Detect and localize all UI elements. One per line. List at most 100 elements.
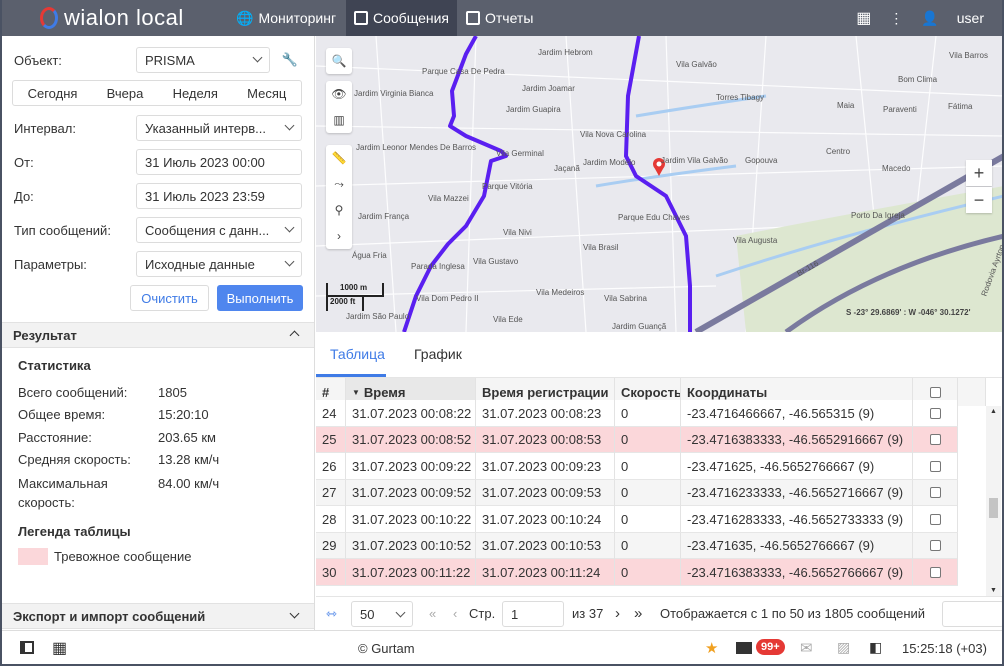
table-row[interactable]: 28 31.07.2023 00:10:22 31.07.2023 00:10:24… (316, 506, 958, 533)
row-checkbox[interactable] (929, 407, 941, 419)
quick-month[interactable]: Месяц (247, 86, 286, 101)
quick-today[interactable]: Сегодня (28, 86, 78, 101)
nav-label: Сообщения (373, 10, 449, 26)
to-value: 31 Июль 2023 23:59 (145, 188, 265, 204)
map-icon[interactable]: ▥ (326, 107, 352, 133)
apps-grid-icon[interactable]: ▦ (856, 8, 871, 28)
interval-value: Указанный интерв... (145, 120, 266, 136)
cell-speed: 0 (615, 506, 681, 532)
map-label: Água Fria (352, 251, 387, 260)
more-icon[interactable]: ⋮ (889, 10, 903, 27)
fit-columns-icon[interactable]: ⇿ (326, 606, 337, 622)
table-scrollbar[interactable]: ▲ ▼ (986, 406, 1001, 596)
table-row[interactable]: 27 31.07.2023 00:09:52 31.07.2023 00:09:53… (316, 479, 958, 506)
map-label: Vila Germinal (496, 149, 544, 158)
layout-icon[interactable]: ◧ (869, 639, 882, 656)
logo[interactable]: wialon local (40, 5, 184, 31)
map-label: Vila Brasil (583, 243, 619, 252)
user-icon[interactable]: 👤 (921, 10, 938, 27)
row-checkbox[interactable] (929, 513, 941, 525)
interval-select[interactable]: Указанный интерв... (136, 115, 302, 141)
scroll-thumb[interactable] (989, 498, 998, 518)
row-select[interactable] (913, 559, 958, 585)
per-page-select[interactable]: 50 (351, 601, 413, 627)
nav-monitoring[interactable]: 🌐 Мониторинг (228, 0, 344, 36)
table-row[interactable]: 25 31.07.2023 00:08:52 31.07.2023 00:08:53… (316, 426, 958, 453)
last-page-icon[interactable]: » (634, 605, 642, 622)
panel-toggle-icon[interactable] (20, 641, 34, 654)
map[interactable]: Jardim Hebrom Parque Casa De Pedra Jardi… (316, 36, 1004, 332)
result-header[interactable]: Результат (0, 322, 314, 348)
ruler-icon[interactable]: 📏 (326, 145, 352, 171)
cell-speed: 0 (615, 532, 681, 559)
row-checkbox[interactable] (929, 566, 941, 578)
execute-button[interactable]: Выполнить (217, 285, 303, 311)
prev-page-icon[interactable]: ‹ (453, 606, 457, 621)
cell-coords: -23.4716233333, -46.5652716667 (9) (681, 479, 913, 506)
first-page-icon[interactable]: « (429, 606, 436, 621)
row-checkbox[interactable] (929, 460, 941, 472)
star-icon[interactable]: ★ (705, 639, 718, 657)
cell-coords: -23.4716283333, -46.5652733333 (9) (681, 506, 913, 532)
route-icon[interactable]: ⤳ (326, 171, 352, 197)
apps-icon[interactable]: ▦ (52, 638, 67, 658)
messages-table: # ▼ Время Время регистрации Скорость Коор… (316, 378, 986, 596)
to-input[interactable]: 31 Июль 2023 23:59 (136, 183, 302, 209)
mail-icon[interactable]: ✉ (800, 639, 813, 657)
object-select[interactable]: PRISMA (136, 47, 270, 73)
notifications-icon[interactable] (736, 642, 752, 654)
quick-week[interactable]: Неделя (173, 86, 218, 101)
row-select[interactable] (913, 426, 958, 453)
wrench-icon[interactable]: 🔧 (282, 52, 298, 68)
legend-alarm: Тревожное сообщение (18, 548, 191, 565)
user-name[interactable]: user (957, 10, 984, 26)
row-checkbox[interactable] (929, 540, 941, 551)
row-checkbox[interactable] (929, 434, 941, 445)
page-count: из 37 (572, 606, 604, 621)
zoom-out-button[interactable]: − (966, 187, 992, 213)
export-header[interactable]: Экспорт и импорт сообщений (0, 603, 314, 629)
tab-table[interactable]: Таблица (330, 346, 385, 362)
type-select[interactable]: Сообщения с данн... (136, 217, 302, 243)
select-all-checkbox[interactable] (929, 386, 941, 398)
cell-time: 31.07.2023 00:09:52 (346, 479, 476, 506)
page-input[interactable]: 1 (502, 601, 564, 627)
row-select[interactable] (913, 532, 958, 559)
table-row[interactable]: 24 31.07.2023 00:08:22 31.07.2023 00:08:23… (316, 400, 958, 427)
tab-chart[interactable]: График (414, 346, 462, 362)
map-label: Jardim Guapira (506, 105, 561, 114)
map-label: Jardim França (358, 212, 410, 221)
quick-yesterday[interactable]: Вчера (107, 86, 144, 101)
page-label: Стр. (469, 606, 496, 621)
row-select[interactable] (913, 506, 958, 532)
next-page-icon[interactable]: › (615, 605, 620, 622)
cell-coords: -23.4716383333, -46.5652766667 (9) (681, 559, 913, 585)
page-value: 1 (511, 606, 519, 622)
object-label: Объект: (14, 52, 62, 68)
image-icon[interactable]: ▨ (837, 639, 850, 656)
table-row[interactable]: 29 31.07.2023 00:10:52 31.07.2023 00:10:53… (316, 532, 958, 559)
stat-value: 84.00 км/ч (158, 476, 220, 491)
waypoints-icon[interactable]: ⚲ (326, 197, 352, 223)
row-select[interactable] (913, 400, 958, 426)
pager-extra-input[interactable] (942, 601, 1004, 627)
params-select[interactable]: Исходные данные (136, 251, 302, 277)
clear-button[interactable]: Очистить (130, 285, 209, 311)
zoom-in-button[interactable]: + (966, 160, 992, 186)
scroll-down-icon[interactable]: ▼ (990, 587, 997, 594)
row-select[interactable] (913, 479, 958, 506)
from-input[interactable]: 31 Июль 2023 00:00 (136, 149, 302, 175)
map-label: Jardim Virginia Bianca (354, 89, 434, 98)
nav-reports[interactable]: Отчеты (458, 0, 541, 36)
type-value: Сообщения с данн... (145, 222, 270, 238)
search-icon[interactable]: 🔍 (326, 48, 352, 74)
eye-icon[interactable]: 👁 (326, 81, 352, 107)
row-select[interactable] (913, 453, 958, 479)
scroll-up-icon[interactable]: ▲ (990, 408, 997, 415)
nav-messages[interactable]: Сообщения (346, 0, 457, 36)
row-checkbox[interactable] (929, 487, 941, 498)
table-row[interactable]: 30 31.07.2023 00:11:22 31.07.2023 00:11:24… (316, 559, 958, 586)
stat-label: Максимальная скорость: (18, 476, 108, 510)
table-row[interactable]: 26 31.07.2023 00:09:22 31.07.2023 00:09:23… (316, 453, 958, 480)
chevron-right-icon[interactable]: › (326, 223, 352, 249)
